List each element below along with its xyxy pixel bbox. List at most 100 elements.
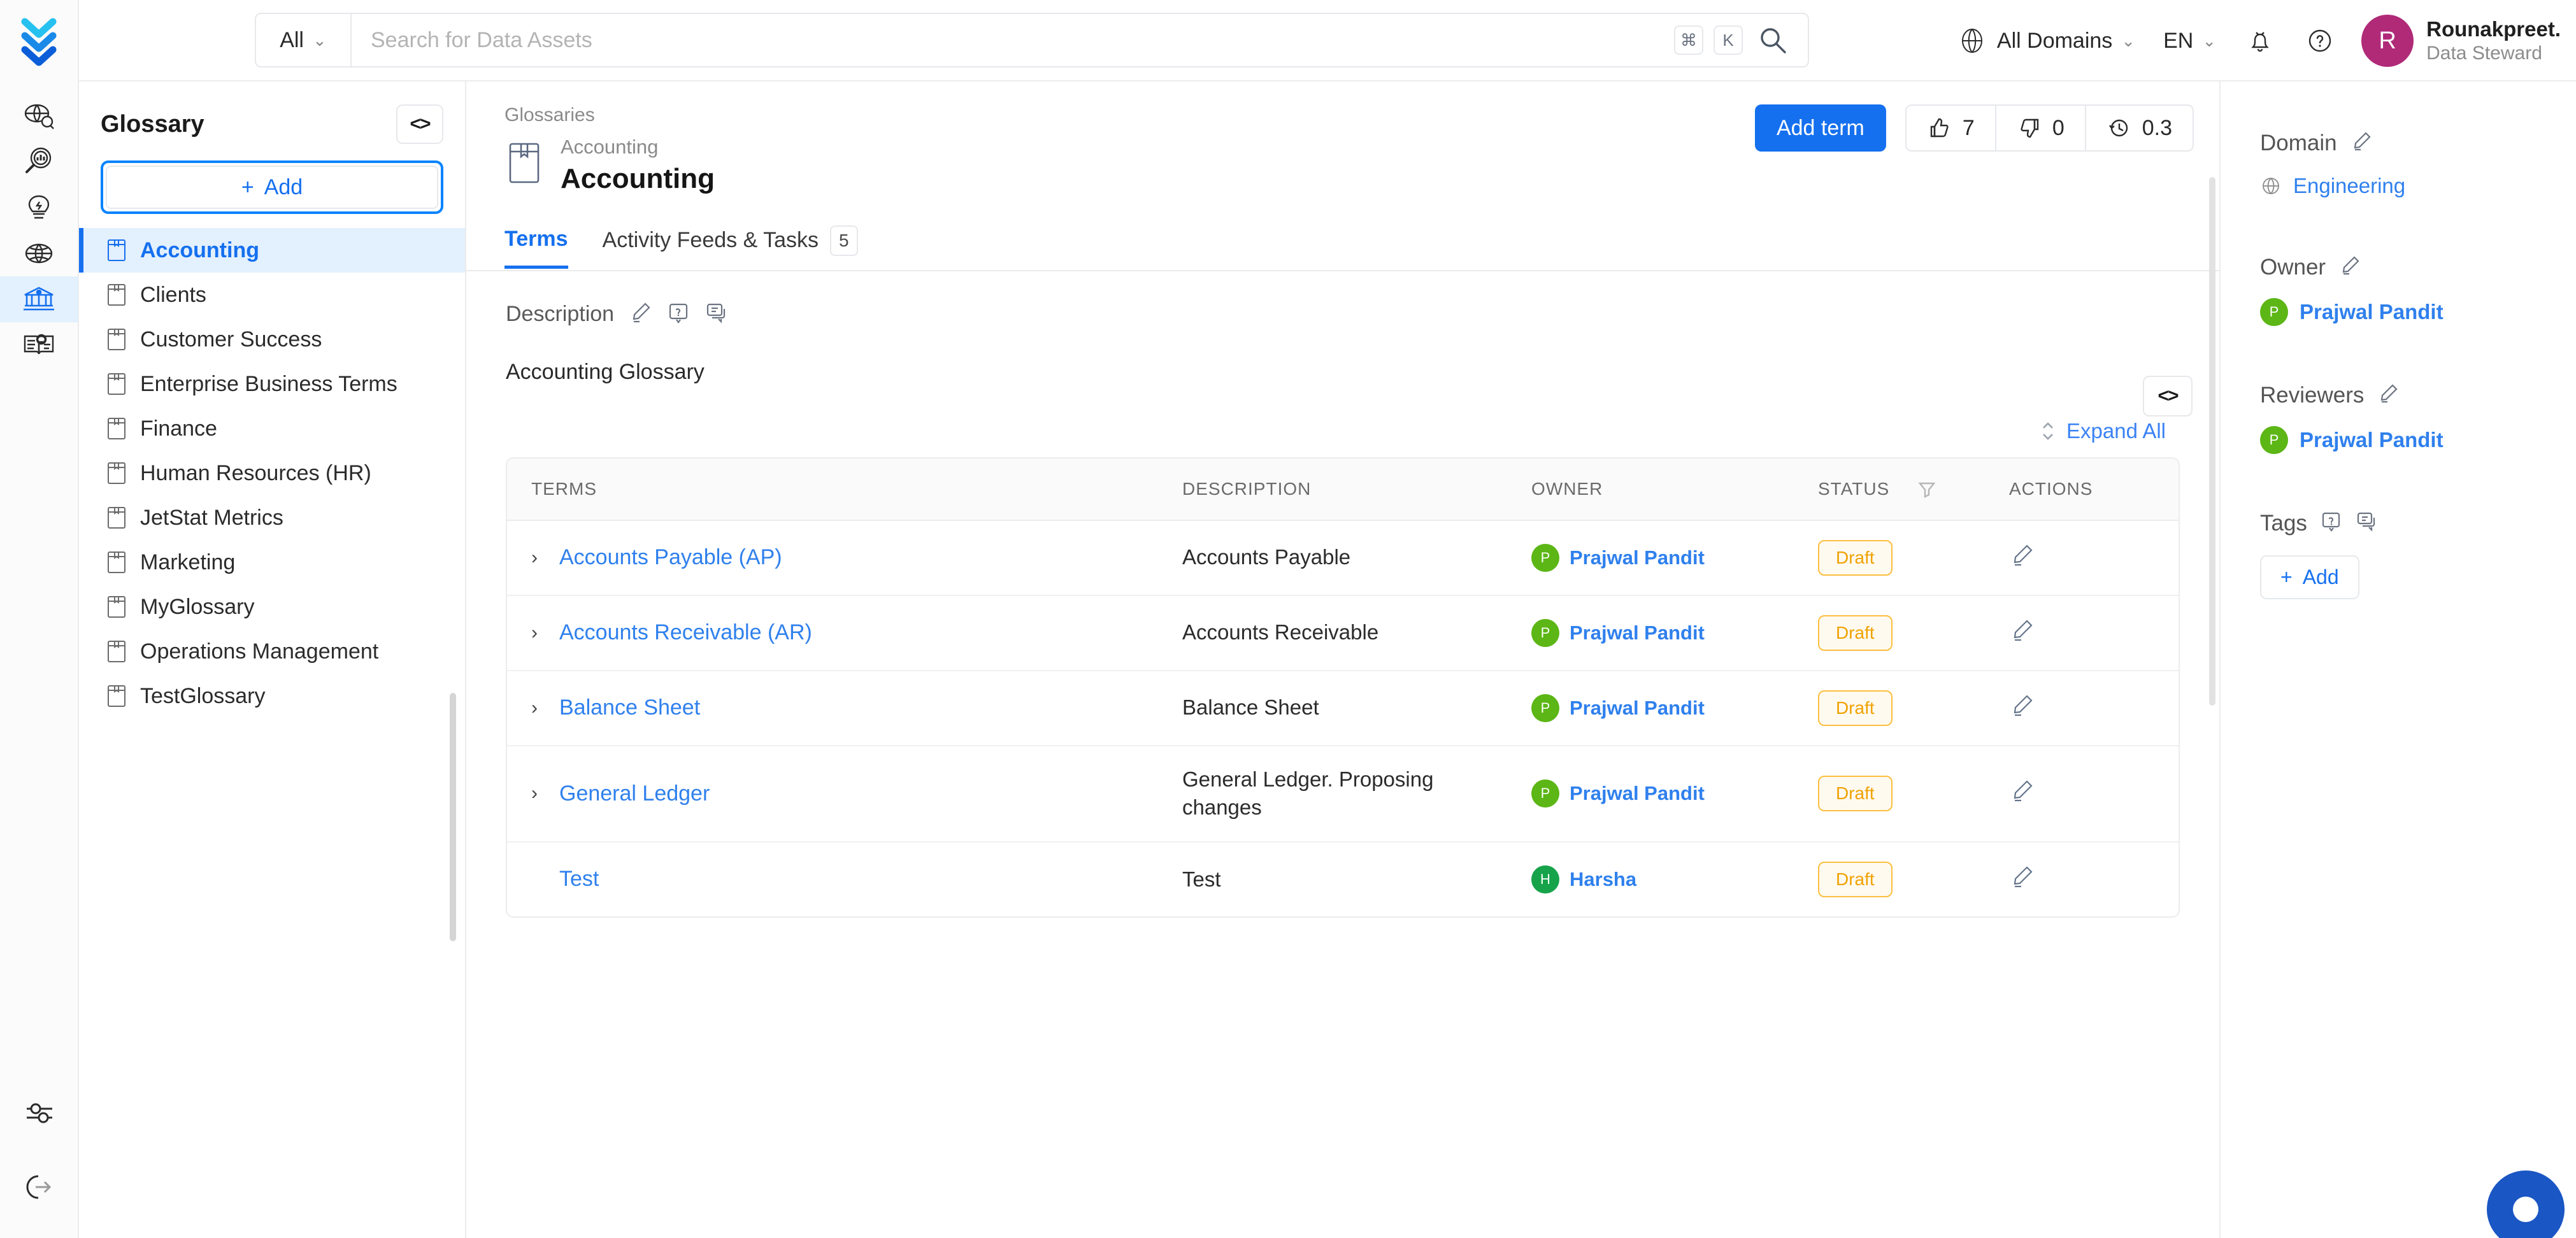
chevron-right-icon[interactable]: ›	[531, 622, 545, 644]
page-body: Glossary <> + Add Accounting Clients Cus…	[79, 82, 2576, 1238]
table-row[interactable]: › Accounts Payable (AP) Accounts Payable…	[507, 520, 2179, 596]
kbd-k: K	[1714, 25, 1743, 55]
table-row[interactable]: › Balance Sheet Balance Sheet P Prajwal …	[507, 670, 2179, 746]
collapse-left-panel-button[interactable]: <>	[396, 104, 443, 144]
domain-section: Domain Engineering	[2260, 130, 2576, 198]
col-owner[interactable]: OWNER	[1531, 458, 1818, 521]
user-menu[interactable]: R Rounakpreet. Data Steward	[2350, 15, 2561, 67]
language-dropdown[interactable]: EN ⌄	[2149, 29, 2230, 53]
sidebar-item-clients[interactable]: Clients	[79, 273, 465, 317]
search-input[interactable]: Search for Data Assets	[352, 14, 1674, 66]
user-role: Data Steward	[2426, 42, 2542, 64]
bank-icon	[24, 287, 54, 311]
term-link[interactable]: General Ledger	[559, 781, 710, 806]
global-search[interactable]: All ⌄ Search for Data Assets ⌘ K	[255, 13, 1809, 68]
tags-help-button[interactable]	[2320, 510, 2343, 536]
downvote-stat[interactable]: 0	[1996, 106, 2086, 150]
cell-actions	[2009, 670, 2179, 746]
owner-name[interactable]: Harsha	[1570, 868, 1636, 891]
sidebar-item-jetstat-metrics[interactable]: JetStat Metrics	[79, 495, 465, 540]
rail-item-settings[interactable]	[0, 1090, 79, 1136]
owner-name[interactable]: Prajwal Pandit	[1570, 622, 1705, 644]
tab-terms[interactable]: Terms	[504, 227, 568, 269]
rail-item-logout[interactable]	[0, 1164, 79, 1210]
cell-description: Accounts Receivable	[1182, 595, 1531, 671]
rail-item-glossary[interactable]	[0, 322, 78, 368]
expand-all-button[interactable]: Expand All	[2038, 419, 2166, 443]
notifications-button[interactable]	[2230, 25, 2290, 57]
main-header: Glossaries Accounting Accounting Add ter…	[466, 82, 2219, 196]
rail-item-quality[interactable]	[0, 185, 78, 231]
help-button[interactable]	[2290, 25, 2350, 57]
glossary-panel-title: Glossary	[101, 110, 204, 138]
sidebar-item-testglossary[interactable]: TestGlossary	[79, 674, 465, 718]
top-bar-right: All Domains ⌄ EN ⌄ R Rounakpreet. Data S…	[1942, 0, 2561, 82]
rail-item-govern[interactable]	[0, 276, 78, 322]
edit-term-button[interactable]	[2009, 620, 2035, 648]
sidebar-item-accounting[interactable]: Accounting	[79, 228, 465, 273]
rail-item-domains[interactable]	[0, 231, 78, 276]
glossary-icon	[108, 596, 125, 618]
term-link[interactable]: Balance Sheet	[559, 695, 700, 720]
term-link[interactable]: Accounts Receivable (AR)	[559, 620, 812, 645]
upvote-stat[interactable]: 7	[1907, 106, 1996, 150]
domain-value[interactable]: Engineering	[2293, 174, 2405, 198]
owner-name[interactable]: Prajwal Pandit	[1570, 546, 1705, 569]
tab-activity-feeds-tasks[interactable]: Activity Feeds & Tasks 5	[603, 225, 858, 270]
edit-reviewers-button[interactable]	[2377, 382, 2400, 408]
add-term-button[interactable]: Add term	[1754, 104, 1886, 152]
sidebar-item-enterprise-business-terms[interactable]: Enterprise Business Terms	[79, 362, 465, 406]
chart-search-icon	[25, 147, 52, 173]
rail-item-explore[interactable]	[0, 93, 78, 139]
tab-bar: Terms Activity Feeds & Tasks 5	[466, 225, 2219, 271]
chevron-right-icon[interactable]: ›	[531, 783, 545, 804]
expand-all-label: Expand All	[2066, 418, 2166, 443]
owner-name[interactable]: Prajwal Pandit	[1570, 697, 1705, 720]
sidebar-item-myglossary[interactable]: MyGlossary	[79, 585, 465, 629]
owner-name[interactable]: Prajwal Pandit	[1570, 782, 1705, 805]
add-tag-button[interactable]: + Add	[2260, 555, 2359, 599]
reviewer-value[interactable]: Prajwal Pandit	[2300, 428, 2444, 452]
table-row[interactable]: › Test Test H Harsha	[507, 842, 2179, 916]
col-status[interactable]: STATUS	[1818, 458, 2009, 521]
edit-term-button[interactable]	[2009, 866, 2035, 894]
sidebar-item-marketing[interactable]: Marketing	[79, 540, 465, 585]
filter-icon[interactable]	[1917, 480, 1936, 499]
edit-term-button[interactable]	[2009, 780, 2035, 808]
description-comment-button[interactable]	[705, 301, 729, 328]
all-domains-dropdown[interactable]: All Domains ⌄	[1942, 25, 2149, 57]
edit-term-button[interactable]	[2009, 695, 2035, 723]
search-scope-dropdown[interactable]: All ⌄	[256, 14, 352, 66]
add-glossary-button[interactable]: + Add	[106, 166, 438, 209]
owner-value[interactable]: Prajwal Pandit	[2300, 300, 2444, 324]
description-help-button[interactable]	[666, 301, 691, 328]
sidebar-item-label: Accounting	[140, 238, 259, 262]
app-logo[interactable]	[16, 17, 62, 68]
chevron-right-icon[interactable]: ›	[531, 697, 545, 719]
sidebar-item-human-resources[interactable]: Human Resources (HR)	[79, 451, 465, 495]
col-terms[interactable]: TERMS	[507, 458, 1182, 521]
search-icon[interactable]	[1757, 24, 1789, 56]
table-row[interactable]: › Accounts Receivable (AR) Accounts Rece…	[507, 595, 2179, 671]
description-label: Description	[506, 301, 615, 326]
term-link[interactable]: Accounts Payable (AP)	[559, 545, 782, 570]
sidebar-item-customer-success[interactable]: Customer Success	[79, 317, 465, 362]
edit-term-button[interactable]	[2009, 544, 2035, 573]
glossary-list-scrollbar[interactable]	[450, 693, 456, 941]
sidebar-item-finance[interactable]: Finance	[79, 406, 465, 451]
edit-description-button[interactable]	[628, 301, 652, 328]
owner-avatar: P	[1531, 618, 1559, 647]
details-panel-scrollbar[interactable]	[2209, 177, 2215, 706]
tags-comment-button[interactable]	[2356, 510, 2379, 536]
rail-item-insights[interactable]	[0, 139, 78, 185]
sidebar-item-label: Operations Management	[140, 639, 379, 664]
edit-owner-button[interactable]	[2338, 254, 2361, 280]
chevron-right-icon[interactable]: ›	[531, 547, 545, 569]
term-link[interactable]: Test	[559, 867, 599, 892]
collapse-right-panel-button[interactable]: <>	[2143, 376, 2193, 416]
table-row[interactable]: › General Ledger General Ledger. Proposi…	[507, 745, 2179, 843]
version-stat[interactable]: 0.3	[2086, 106, 2193, 150]
sidebar-item-operations-management[interactable]: Operations Management	[79, 629, 465, 674]
edit-domain-button[interactable]	[2350, 130, 2373, 156]
col-description[interactable]: DESCRIPTION	[1182, 458, 1531, 521]
